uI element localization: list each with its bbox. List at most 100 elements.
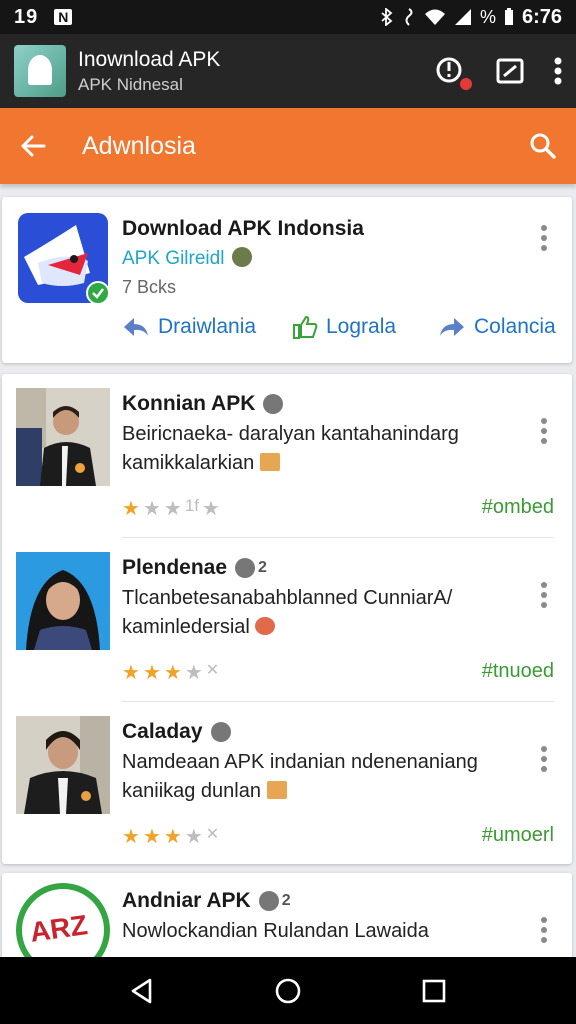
developer-avatar-icon bbox=[232, 247, 253, 267]
cross-icon: ✕ bbox=[205, 662, 220, 679]
app-titles: Inownload APK APK Nidnesal bbox=[78, 48, 220, 95]
emoji-icon bbox=[259, 453, 280, 471]
item-tag[interactable]: #umoerl bbox=[482, 824, 554, 847]
featured-app-title: Download APK Indonsia bbox=[122, 217, 364, 240]
item-title: Plendenae 2 bbox=[122, 556, 267, 580]
partial-list-item[interactable]: ARZ Andniar APK 2 Nowlockandian Rulandan… bbox=[2, 873, 572, 963]
alert-button[interactable] bbox=[436, 56, 474, 92]
info-badge: 2 bbox=[235, 558, 267, 578]
item-tag[interactable]: #tnuoed bbox=[482, 660, 554, 683]
app-subtitle: APK Nidnesal bbox=[78, 74, 183, 94]
info-badge-icon bbox=[235, 558, 256, 578]
avatar bbox=[16, 716, 110, 814]
share-action[interactable]: Colancia bbox=[438, 315, 556, 339]
toolbar: Adwnlosia bbox=[0, 108, 576, 184]
item-description: Namdeaan APK indanian ndenenaniang kanii… bbox=[122, 748, 522, 806]
item-title: Andniar APK 2 bbox=[122, 889, 291, 913]
notification-icon: N bbox=[54, 9, 73, 25]
share-icon bbox=[440, 318, 464, 336]
vibrate-icon bbox=[405, 8, 413, 26]
item-name: Plendenae bbox=[122, 556, 228, 579]
item-desc-line2: kamikkalarkian bbox=[122, 449, 522, 478]
star-icon: ★ bbox=[122, 662, 140, 684]
share-label: Colancia bbox=[474, 315, 556, 338]
rating-extra: 1f bbox=[184, 496, 199, 515]
item-desc-line2: kaminledersial bbox=[122, 613, 522, 642]
emoji-icon bbox=[255, 617, 276, 635]
cast-icon[interactable] bbox=[496, 58, 524, 84]
item-title: Konnian APK bbox=[122, 392, 284, 416]
rating-stars: ★ ★ ★ ★ ✕ bbox=[122, 660, 219, 685]
wifi-icon bbox=[424, 9, 445, 25]
item-description: Tlcanbetesanabahblanned CunniarA/ kaminl… bbox=[122, 584, 522, 642]
alert-badge bbox=[458, 76, 474, 92]
star-icon: ★ bbox=[142, 662, 161, 684]
thumb-up-icon bbox=[293, 315, 318, 339]
featured-app-info: 7 Bcks bbox=[122, 277, 177, 297]
reply-label: Draiwlania bbox=[158, 315, 257, 338]
app-list-card: Konnian APK Beiricnaeka- daralyan kantah… bbox=[2, 374, 572, 864]
status-icons: % 6:76 bbox=[380, 6, 562, 29]
more-vert-icon[interactable] bbox=[540, 582, 548, 608]
list-item[interactable]: Plendenae 2 Tlcanbetesanabahblanned Cunn… bbox=[2, 538, 572, 702]
back-nav-icon[interactable] bbox=[130, 978, 154, 1004]
app-thumbnail[interactable] bbox=[14, 45, 66, 97]
search-icon[interactable] bbox=[530, 133, 556, 159]
more-vert-icon[interactable] bbox=[540, 746, 548, 772]
overflow-menu-icon[interactable] bbox=[554, 57, 562, 85]
item-desc-line1: Nowlockandian Rulandan Lawaida bbox=[122, 920, 429, 942]
star-icon: ★ bbox=[163, 826, 182, 848]
rating-stars: ★ ★ ★ 1f ★ bbox=[122, 496, 220, 521]
more-vert-icon[interactable] bbox=[540, 917, 548, 943]
star-icon: ★ bbox=[122, 826, 140, 848]
item-tag[interactable]: #ombed bbox=[482, 496, 554, 519]
rating-stars: ★ ★ ★ ★ ✕ bbox=[122, 824, 219, 849]
star-icon: ★ bbox=[202, 498, 220, 520]
star-icon: ★ bbox=[184, 826, 203, 848]
list-item[interactable]: Caladay Namdeaan APK indanian ndenenania… bbox=[2, 702, 572, 866]
info-badge-icon bbox=[258, 891, 279, 911]
star-icon: ★ bbox=[163, 498, 182, 520]
avatar bbox=[16, 388, 110, 486]
featured-app-developer[interactable]: APK Gilreidl bbox=[122, 247, 253, 270]
avatar bbox=[16, 552, 110, 650]
home-nav-icon[interactable] bbox=[274, 977, 302, 1005]
info-badge-icon bbox=[210, 722, 231, 742]
like-label: Lograla bbox=[326, 315, 397, 338]
reply-action[interactable]: Draiwlania bbox=[122, 315, 256, 339]
more-vert-icon[interactable] bbox=[540, 225, 548, 251]
item-description: Nowlockandian Rulandan Lawaida bbox=[122, 917, 522, 946]
info-badge-icon bbox=[263, 394, 284, 414]
status-bar: 19 N % 6:76 bbox=[0, 0, 576, 34]
recents-nav-icon[interactable] bbox=[422, 979, 446, 1003]
item-title: Caladay bbox=[122, 720, 231, 744]
verified-check-icon bbox=[86, 281, 110, 305]
star-icon: ★ bbox=[142, 498, 161, 520]
list-item[interactable]: Konnian APK Beiricnaeka- daralyan kantah… bbox=[2, 374, 572, 538]
info-badge bbox=[210, 722, 231, 742]
like-action[interactable]: Lograla bbox=[292, 315, 396, 339]
app-bar: Inownload APK APK Nidnesal bbox=[0, 34, 576, 108]
star-icon: ★ bbox=[184, 662, 203, 684]
item-name: Konnian APK bbox=[122, 392, 256, 415]
navigation-bar bbox=[0, 957, 576, 1024]
app-title: Inownload APK bbox=[78, 47, 221, 71]
more-vert-icon[interactable] bbox=[540, 418, 548, 444]
star-icon: ★ bbox=[142, 826, 161, 848]
star-icon: ★ bbox=[122, 498, 140, 520]
item-desc-line1: Beiricnaeka- daralyan kantahanindarg bbox=[122, 423, 459, 445]
emoji-icon bbox=[266, 781, 287, 799]
toolbar-title: Adwnlosia bbox=[82, 131, 196, 160]
reply-icon bbox=[124, 318, 148, 336]
app-actions bbox=[436, 56, 562, 92]
item-desc-line1: Namdeaan APK indanian ndenenaniang bbox=[122, 751, 478, 773]
status-time: 19 bbox=[14, 5, 39, 28]
developer-name: APK Gilreidl bbox=[122, 248, 225, 269]
back-arrow-icon[interactable] bbox=[20, 135, 46, 157]
item-desc-line2: kaniikag dunlan bbox=[122, 777, 522, 806]
battery-icon bbox=[504, 8, 513, 25]
cross-icon: ✕ bbox=[205, 826, 220, 843]
app-logo: ARZ bbox=[16, 883, 110, 963]
bluetooth-icon bbox=[381, 8, 393, 26]
featured-app-card[interactable]: Download APK Indonsia APK Gilreidl 7 Bck… bbox=[2, 197, 572, 363]
